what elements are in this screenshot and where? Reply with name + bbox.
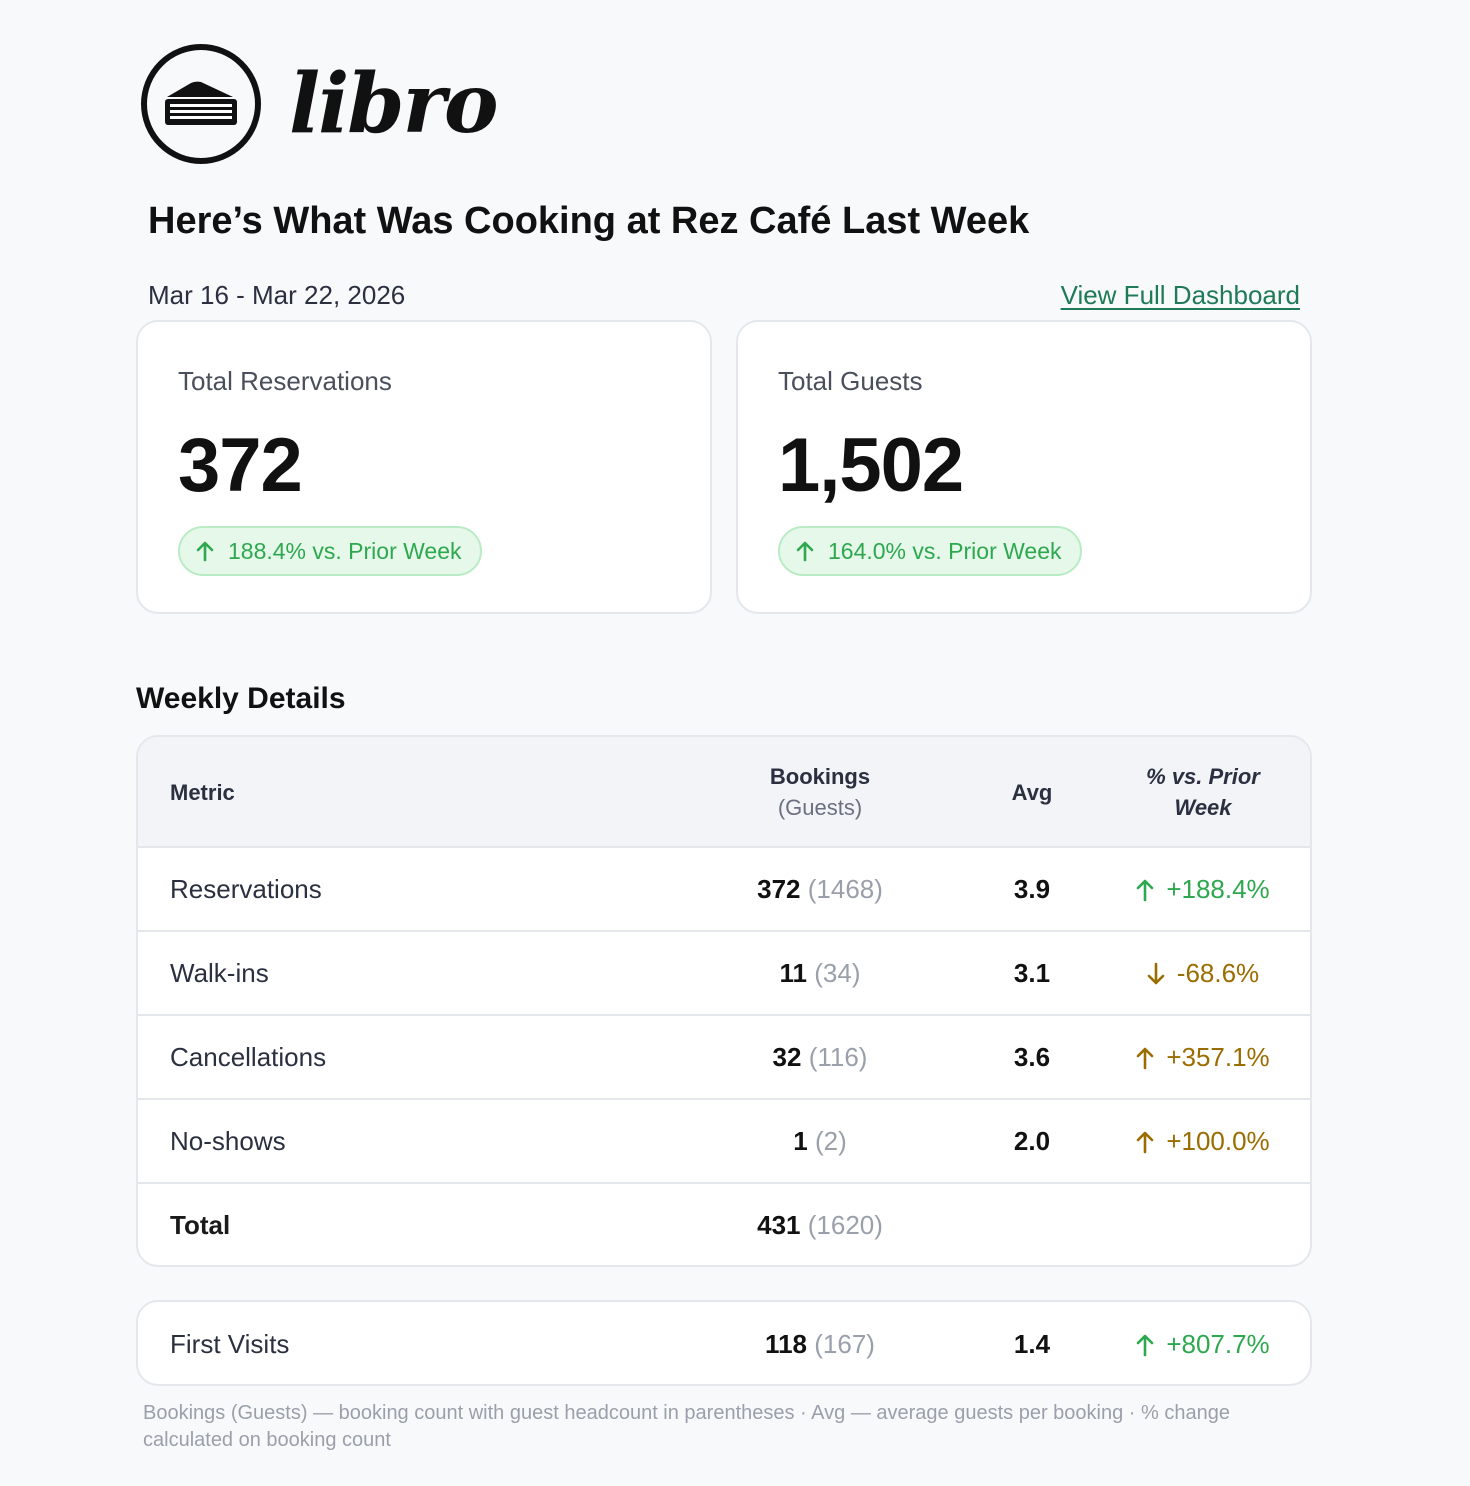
row-bookings: 372 (1468) xyxy=(670,874,970,905)
column-header-avg: Avg xyxy=(1011,780,1053,805)
arrow-up-icon xyxy=(196,540,214,562)
row-pct-change: -68.6% xyxy=(1108,958,1298,989)
row-avg: 3.1 xyxy=(1013,958,1051,988)
guest-count: (1620) xyxy=(807,1210,883,1240)
arrow-down-icon xyxy=(1147,962,1165,986)
kpi-change-badge: 164.0% vs. Prior Week xyxy=(778,526,1082,576)
row-pct-change: +807.7% xyxy=(1108,1329,1298,1360)
brand-logo: libro xyxy=(141,43,499,165)
pct-value: +188.4% xyxy=(1166,874,1270,904)
brand-wordmark: libro xyxy=(289,56,499,152)
row-pct-change: +357.1% xyxy=(1108,1042,1298,1073)
weekly-details-table: Metric Bookings (Guests) Avg % vs. Prior… xyxy=(136,735,1312,1267)
row-bookings: 118 (167) xyxy=(670,1329,970,1360)
view-dashboard-link[interactable]: View Full Dashboard xyxy=(1061,280,1300,311)
column-header-pct: % vs. Prior Week xyxy=(1146,764,1260,820)
kpi-card-reservations: Total Reservations 372 188.4% vs. Prior … xyxy=(136,320,712,614)
column-header-bookings: Bookings (Guests) xyxy=(720,761,920,823)
row-avg: 3.6 xyxy=(1013,1042,1051,1072)
footnote: Bookings (Guests) — booking count with g… xyxy=(143,1402,1230,1451)
page-title: Here’s What Was Cooking at Rez Café Last… xyxy=(148,200,1030,242)
kpi-label: Total Guests xyxy=(778,366,923,396)
cake-slice-icon xyxy=(141,44,261,164)
table-row: Cancellations 32 (116) 3.6 +357.1% xyxy=(138,1016,1310,1100)
arrow-up-icon xyxy=(1136,1333,1154,1357)
column-header-bookings-label: Bookings xyxy=(769,764,871,789)
guest-count: (167) xyxy=(814,1329,875,1359)
column-header-bookings-sub: (Guests) xyxy=(777,795,863,820)
booking-count: 1 xyxy=(793,1126,808,1156)
row-metric-name: First Visits xyxy=(170,1329,290,1359)
row-avg: 3.9 xyxy=(1013,874,1051,904)
row-bookings: 11 (34) xyxy=(670,958,970,989)
kpi-value: 372 xyxy=(178,423,303,508)
booking-count: 431 xyxy=(757,1210,801,1240)
arrow-up-icon xyxy=(1136,878,1154,902)
table-row-total: Total 431 (1620) xyxy=(138,1184,1310,1265)
guest-count: (1468) xyxy=(807,874,883,904)
pct-value: +357.1% xyxy=(1166,1042,1270,1072)
row-metric-name: No-shows xyxy=(170,1126,286,1156)
booking-count: 118 xyxy=(765,1329,807,1359)
arrow-up-icon xyxy=(1136,1046,1154,1070)
guest-count: (34) xyxy=(814,958,861,988)
arrow-up-icon xyxy=(1136,1130,1154,1154)
arrow-up-icon xyxy=(796,540,814,562)
row-metric-name: Reservations xyxy=(170,874,322,904)
row-metric-name: Cancellations xyxy=(170,1042,327,1072)
date-range: Mar 16 - Mar 22, 2026 xyxy=(148,280,406,310)
row-metric-name: Walk-ins xyxy=(170,958,269,988)
table-header: Metric Bookings (Guests) Avg % vs. Prior… xyxy=(138,737,1310,848)
first-visits-card: First Visits 118 (167) 1.4 +807.7% xyxy=(136,1300,1312,1386)
row-avg: 1.4 xyxy=(1013,1329,1051,1359)
guest-count: (2) xyxy=(814,1126,847,1156)
kpi-change-text: 188.4% vs. Prior Week xyxy=(228,537,462,564)
row-pct-change: +100.0% xyxy=(1108,1126,1298,1157)
row-pct-change: +188.4% xyxy=(1108,874,1298,905)
section-title: Weekly Details xyxy=(136,682,346,715)
pct-value: +100.0% xyxy=(1166,1126,1270,1156)
guest-count: (116) xyxy=(808,1042,868,1072)
booking-count: 11 xyxy=(779,958,808,988)
row-bookings: 1 (2) xyxy=(670,1126,970,1157)
kpi-card-guests: Total Guests 1,502 164.0% vs. Prior Week xyxy=(736,320,1312,614)
row-bookings: 32 (116) xyxy=(670,1042,970,1073)
table-row: Reservations 372 (1468) 3.9 +188.4% xyxy=(138,848,1310,932)
kpi-value: 1,502 xyxy=(778,423,964,508)
row-avg: 2.0 xyxy=(1013,1126,1051,1156)
kpi-change-text: 164.0% vs. Prior Week xyxy=(828,537,1062,564)
table-row: Walk-ins 11 (34) 3.1 -68.6% xyxy=(138,932,1310,1016)
booking-count: 372 xyxy=(757,874,801,904)
kpi-change-badge: 188.4% vs. Prior Week xyxy=(178,526,482,576)
row-metric-name: Total xyxy=(170,1210,231,1240)
row-bookings: 431 (1620) xyxy=(670,1210,970,1241)
kpi-label: Total Reservations xyxy=(178,366,392,396)
pct-value: -68.6% xyxy=(1176,958,1260,988)
booking-count: 32 xyxy=(772,1042,802,1072)
table-row: No-shows 1 (2) 2.0 +100.0% xyxy=(138,1100,1310,1184)
column-header-metric: Metric xyxy=(170,780,235,805)
pct-value: +807.7% xyxy=(1166,1329,1270,1359)
